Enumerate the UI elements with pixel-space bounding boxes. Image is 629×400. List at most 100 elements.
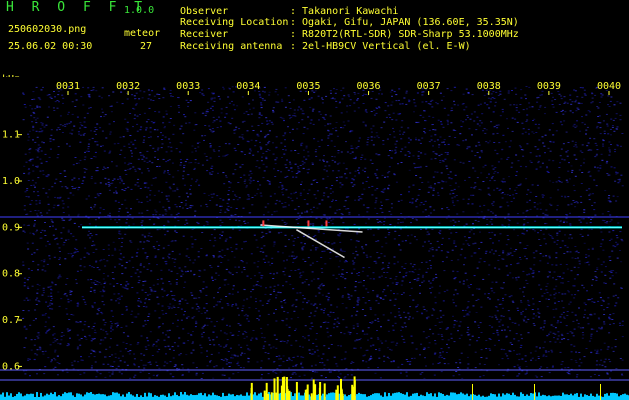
noise-pixel	[156, 149, 159, 151]
noise-pixel	[164, 361, 167, 363]
noise-pixel	[140, 222, 143, 224]
noise-pixel	[408, 152, 411, 154]
noise-pixel	[595, 144, 598, 146]
noise-pixel	[232, 91, 235, 93]
noise-pixel	[436, 317, 439, 319]
noise-pixel	[267, 300, 270, 302]
noise-pixel	[573, 190, 576, 192]
noise-pixel	[398, 130, 401, 132]
noise-pixel	[532, 270, 535, 272]
noise-pixel	[27, 173, 30, 175]
noise-pixel	[570, 351, 573, 353]
noise-pixel	[578, 102, 581, 104]
noise-pixel	[327, 336, 330, 338]
noise-pixel	[195, 367, 198, 369]
noise-pixel	[440, 334, 443, 336]
noise-pixel	[558, 230, 561, 232]
noise-pixel	[515, 249, 518, 251]
noise-pixel	[327, 222, 330, 223]
noise-pixel	[131, 217, 134, 219]
noise-pixel	[258, 117, 261, 119]
noise-pixel	[205, 255, 208, 257]
noise-pixel	[490, 211, 493, 213]
noise-pixel	[466, 243, 469, 245]
noise-pixel	[519, 146, 522, 148]
noise-pixel	[318, 111, 321, 113]
noise-pixel	[322, 233, 325, 235]
noise-pixel	[311, 348, 314, 350]
noise-pixel	[314, 197, 317, 199]
noise-pixel	[538, 271, 541, 273]
noise-pixel	[309, 264, 312, 266]
noise-pixel	[552, 141, 555, 143]
noise-pixel	[309, 328, 312, 330]
noise-pixel	[561, 282, 564, 284]
noise-pixel	[596, 360, 598, 362]
noise-pixel	[256, 266, 259, 268]
noise-pixel	[375, 174, 378, 176]
noise-pixel	[580, 102, 583, 104]
noise-pixel	[433, 140, 436, 142]
noise-pixel	[492, 333, 495, 334]
noise-pixel	[227, 209, 230, 211]
noise-pixel	[128, 353, 131, 355]
noise-pixel	[526, 283, 529, 284]
noise-pixel	[463, 264, 465, 266]
noise-pixel	[269, 231, 272, 233]
noise-pixel	[416, 198, 419, 200]
noise-pixel	[476, 212, 479, 214]
noise-pixel	[174, 230, 177, 232]
noise-pixel	[164, 213, 167, 215]
noise-pixel	[350, 362, 353, 364]
noise-pixel	[238, 197, 241, 199]
noise-pixel	[312, 206, 315, 208]
noise-pixel	[414, 137, 417, 139]
noise-pixel	[51, 225, 54, 227]
noise-pixel	[519, 104, 522, 105]
noise-pixel	[439, 92, 442, 94]
noise-pixel	[125, 222, 128, 224]
noise-pixel	[579, 233, 582, 235]
noise-pixel	[428, 115, 431, 117]
noise-pixel	[79, 141, 82, 143]
noise-pixel	[288, 114, 291, 116]
noise-pixel	[431, 106, 434, 108]
noise-pixel	[221, 256, 224, 258]
noise-pixel	[487, 274, 490, 276]
noise-pixel	[549, 197, 552, 199]
noise-pixel	[316, 182, 319, 183]
noise-pixel	[294, 208, 297, 210]
noise-pixel	[119, 136, 122, 138]
noise-pixel	[215, 304, 218, 306]
noise-pixel	[141, 212, 144, 214]
noise-pixel	[523, 228, 526, 230]
noise-pixel	[284, 267, 287, 269]
noise-pixel	[453, 104, 456, 106]
noise-pixel	[161, 134, 164, 136]
noise-pixel	[564, 101, 567, 103]
noise-pixel	[219, 287, 221, 289]
noise-pixel	[53, 91, 55, 92]
noise-pixel	[506, 355, 509, 357]
noise-pixel	[212, 193, 215, 195]
noise-pixel	[432, 151, 435, 153]
noise-pixel	[63, 294, 66, 296]
noise-pixel	[606, 307, 609, 308]
noise-pixel	[281, 157, 283, 158]
noise-pixel	[294, 150, 297, 151]
noise-pixel	[374, 314, 377, 316]
noise-pixel	[552, 365, 554, 367]
noise-pixel	[303, 374, 306, 376]
noise-pixel	[605, 162, 608, 164]
noise-pixel	[253, 275, 256, 277]
noise-pixel	[262, 347, 265, 349]
noise-pixel	[35, 149, 38, 151]
noise-pixel	[222, 199, 225, 201]
noise-pixel	[237, 182, 240, 183]
noise-pixel	[409, 201, 411, 203]
noise-pixel	[35, 200, 38, 202]
noise-pixel	[598, 327, 601, 329]
noise-pixel	[354, 175, 357, 177]
noise-pixel	[298, 273, 301, 275]
noise-pixel	[43, 126, 46, 128]
